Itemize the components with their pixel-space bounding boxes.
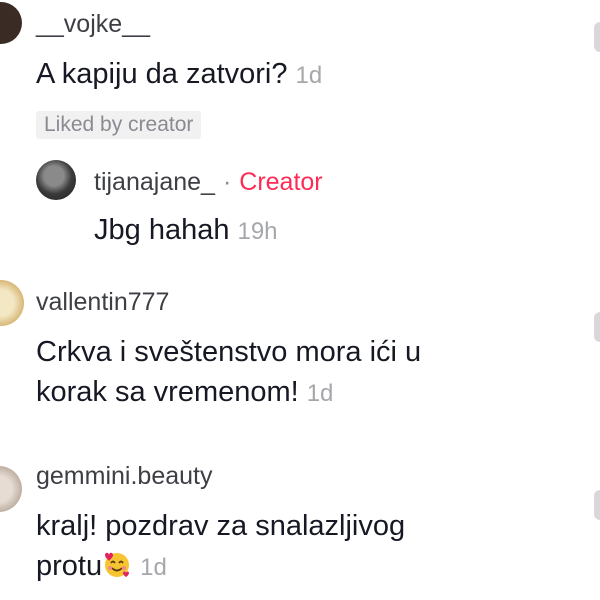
avatar[interactable]: [0, 466, 22, 512]
comment-username[interactable]: gemmini.beauty: [36, 462, 212, 491]
reply-time: 19h: [237, 218, 278, 245]
reply-body: Jbg hahah: [94, 214, 230, 246]
reply-text: Jbg hahah 19h: [94, 210, 278, 252]
comments-panel: __vojke__ A kapiju da zatvori? 1d Liked b…: [0, 0, 600, 600]
comment-body: korak sa vremenom!: [36, 376, 299, 408]
liked-by-creator-badge: Liked by creator: [36, 111, 202, 139]
reply-username[interactable]: tijanajane_: [94, 168, 215, 196]
separator-dot: ·: [222, 168, 232, 196]
avatar[interactable]: [0, 280, 24, 326]
comment-body-line-1: Crkva i sveštenstvo mora ići u: [36, 336, 422, 368]
comment-body: A kapiju da zatvori?: [36, 58, 288, 90]
comment-username[interactable]: vallentin777: [36, 288, 169, 317]
like-icon[interactable]: [594, 490, 600, 520]
comment-text: kralj! pozdrav za snalazljivog protu 1d: [36, 506, 405, 588]
comment-body-line-1: kralj! pozdrav za snalazljivog: [36, 510, 406, 542]
comment-body: protu: [36, 550, 103, 582]
comment-time: 1d: [306, 380, 334, 407]
like-icon[interactable]: [594, 22, 600, 52]
comment-time: 1d: [295, 62, 323, 89]
comment-body-line-2: protu 1d: [36, 546, 405, 588]
like-icon[interactable]: [594, 312, 600, 342]
comment-username[interactable]: __vojke__: [36, 10, 150, 39]
avatar[interactable]: [0, 2, 22, 44]
creator-tag: Creator: [239, 168, 323, 196]
comment-text: A kapiju da zatvori? 1d: [36, 54, 322, 96]
comment-body-line-2: korak sa vremenom! 1d: [36, 372, 421, 414]
reply-header: tijanajane_ · Creator: [94, 168, 323, 197]
smiling-face-with-hearts-icon: [105, 552, 130, 577]
comment-text: Crkva i sveštenstvo mora ići u korak sa …: [36, 332, 421, 414]
comment-time: 1d: [140, 554, 167, 581]
avatar[interactable]: [36, 160, 76, 200]
